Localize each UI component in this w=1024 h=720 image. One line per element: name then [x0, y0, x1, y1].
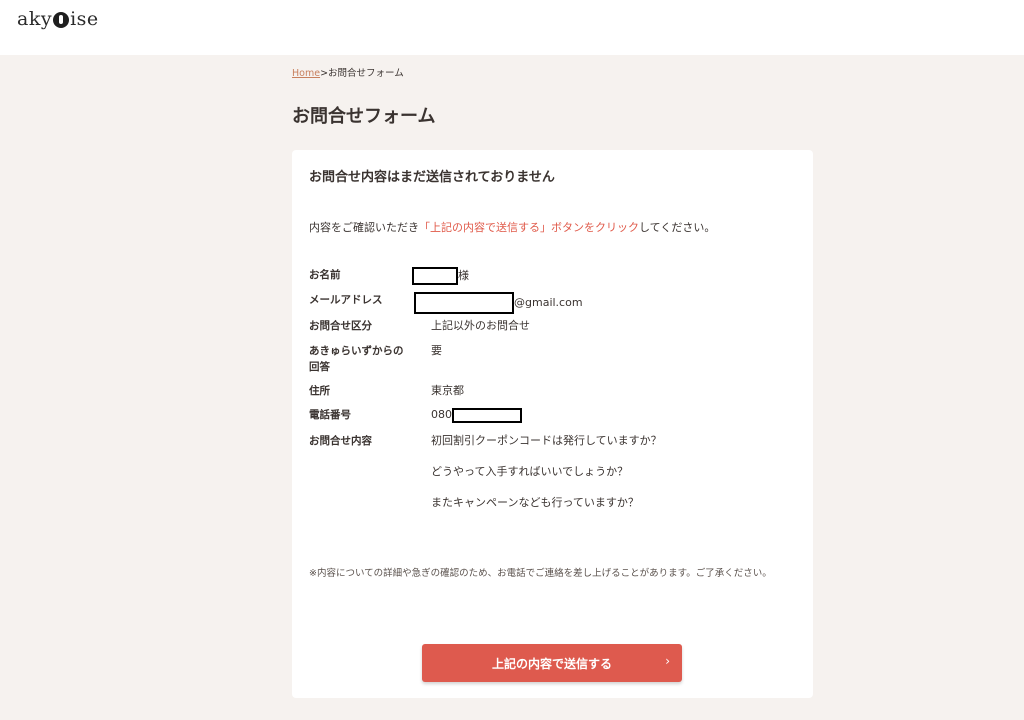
- confirmation-card: お問合せ内容はまだ送信されておりません 内容をご確認いただき「上記の内容で送信す…: [292, 150, 813, 698]
- address-value: 東京都: [431, 384, 464, 397]
- submit-button[interactable]: 上記の内容で送信する ›: [422, 644, 682, 682]
- breadcrumb-current: お問合せフォーム: [328, 68, 404, 79]
- phone-prefix: 080: [431, 408, 452, 421]
- redacted-phone: [452, 407, 522, 423]
- name-suffix: 様: [458, 269, 469, 282]
- logo-mark-icon: [53, 12, 70, 28]
- reply-value: 要: [431, 344, 442, 357]
- breadcrumb: Home>お問合せフォーム: [292, 65, 404, 79]
- category-label: お問合せ区分: [309, 320, 372, 332]
- instruction-highlight: 「上記の内容で送信する」ボタンをクリック: [419, 221, 639, 234]
- redacted-email: [414, 292, 514, 314]
- email-label: メールアドレス: [309, 294, 383, 306]
- email-value: @gmail.com: [414, 292, 805, 314]
- content-value: 初回割引クーポンコードは発行していますか？ どうやって入手すればいいでしょうか？…: [431, 433, 821, 526]
- reply-label: あきゅらいずからの回答: [309, 345, 404, 373]
- phone-label: 電話番号: [309, 409, 351, 421]
- address-label: 住所: [309, 385, 330, 397]
- logo-text-left: aky: [17, 8, 53, 30]
- redacted-name: [412, 267, 458, 285]
- name-label: お名前: [309, 269, 341, 281]
- email-suffix: @gmail.com: [514, 296, 583, 309]
- phone-value: 080: [431, 407, 821, 423]
- instruction-before: 内容をご確認いただき: [309, 221, 419, 234]
- instruction-text: 内容をご確認いただき「上記の内容で送信する」ボタンをクリックしてください。: [309, 219, 715, 235]
- page-title: お問合せフォーム: [292, 106, 436, 127]
- instruction-after: してください。: [639, 221, 716, 234]
- content-line: どうやって入手すればいいでしょうか？: [431, 465, 629, 478]
- content-line: 初回割引クーポンコードは発行していますか？: [431, 434, 662, 447]
- breadcrumb-separator: >: [320, 68, 329, 79]
- breadcrumb-home-link[interactable]: Home: [292, 68, 320, 79]
- chevron-right-icon: ›: [665, 654, 670, 668]
- submit-button-label: 上記の内容で送信する: [491, 656, 612, 671]
- site-header: aky ise: [0, 0, 1024, 55]
- category-value: 上記以外のお問合せ: [431, 319, 530, 332]
- content-label: お問合せ内容: [309, 435, 372, 447]
- content-line: またキャンペーンなども行っていますか？: [431, 496, 639, 509]
- logo-text-right: ise: [70, 8, 99, 30]
- name-value: 様: [412, 267, 802, 285]
- contact-note: ※内容についての詳細や急ぎの確認のため、お電話でご連絡を差し上げることがあります…: [309, 568, 772, 579]
- akyise-logo[interactable]: aky ise: [17, 8, 99, 30]
- card-title: お問合せ内容はまだ送信されておりません: [309, 170, 555, 185]
